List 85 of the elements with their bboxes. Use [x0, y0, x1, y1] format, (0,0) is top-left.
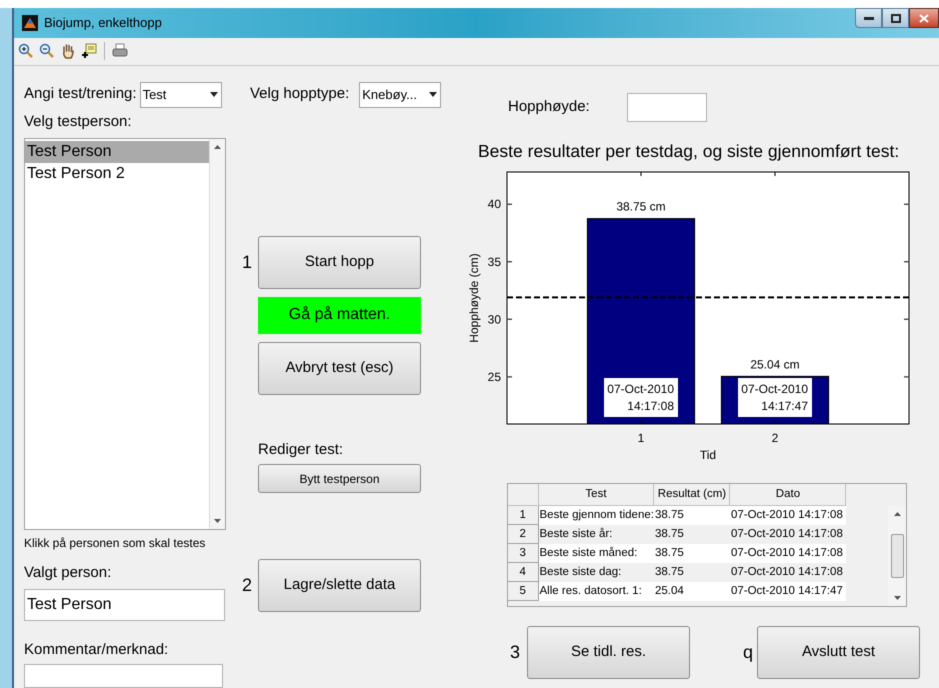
value-label: 38.75 cm: [616, 199, 666, 214]
change-person-button[interactable]: Bytt testperson: [258, 464, 421, 493]
app-logo-icon: [22, 14, 38, 31]
table-cell: 38.75: [654, 524, 730, 544]
table-cell: Beste siste år:: [538, 524, 654, 544]
printer-icon[interactable]: [112, 43, 128, 60]
row-number: 5: [508, 582, 538, 601]
close-icon: [919, 14, 929, 22]
test-type-dropdown[interactable]: Test: [140, 82, 222, 108]
table-cell: 25.04: [654, 582, 730, 601]
status-message: Gå på matten.: [258, 296, 421, 334]
maximize-button[interactable]: [882, 8, 909, 28]
close-button[interactable]: [909, 8, 939, 28]
axis-label: Tid: [700, 448, 716, 462]
section-label: Rediger test:: [258, 440, 344, 460]
table-cell: 07-Oct-2010 14:17:08: [730, 562, 846, 582]
previous-results-button[interactable]: Se tidl. res.: [527, 626, 690, 679]
save-delete-button[interactable]: Lagre/slette data: [258, 559, 421, 612]
shortcut-label: 3: [510, 640, 522, 664]
scroll-down-icon[interactable]: [214, 519, 221, 523]
tick-label: 35: [488, 254, 501, 268]
shortcut-label: q: [743, 640, 754, 664]
person-listbox[interactable]: Test Person Test Person 2: [24, 138, 226, 530]
window-title: Biojump, enkelthopp: [44, 14, 162, 32]
column-header[interactable]: Dato: [730, 484, 846, 506]
data-cursor-icon[interactable]: [81, 43, 97, 60]
scroll-thumb[interactable]: [890, 534, 904, 578]
cancel-test-button[interactable]: Avbryt test (esc): [258, 342, 421, 394]
axis-label: Hopphøyde (cm): [467, 253, 481, 342]
field-label: Angi test/trening:: [24, 84, 137, 104]
table-cell: 07-Oct-2010 14:17:08: [730, 506, 846, 525]
field-label: Valgt person:: [24, 563, 112, 583]
tick-label: 1: [638, 430, 644, 445]
chart-title: Beste resultater per testdag, og siste gjennomført test:: [478, 140, 900, 163]
scrollbar[interactable]: [888, 506, 906, 606]
end-test-button[interactable]: Avslutt test: [757, 626, 920, 679]
tick-label: 30: [488, 312, 501, 326]
row-number: 4: [508, 562, 538, 582]
tick-label: 25: [488, 370, 501, 384]
table-cell: Alle res. datosort. 1:: [538, 582, 654, 601]
start-jump-button[interactable]: Start hopp: [258, 236, 421, 288]
field-label: Hopphøyde:: [508, 96, 591, 117]
tick-label: 2: [772, 430, 778, 445]
row-number: 3: [508, 544, 538, 563]
tick-label: 40: [488, 196, 501, 211]
table-cell: 38.75: [654, 562, 730, 582]
table-cell: Beste siste dag:: [538, 562, 654, 582]
table-cell: Beste gjennom tidene:: [538, 506, 654, 525]
comment-field[interactable]: [24, 664, 223, 688]
shortcut-label: 2: [242, 574, 254, 597]
zoom-out-icon[interactable]: [39, 43, 55, 60]
minimize-icon: [864, 16, 874, 20]
table-cell: 07-Oct-2010 14:17:08: [730, 544, 846, 563]
list-item[interactable]: Test Person 2: [25, 163, 209, 185]
table-cell: 07-Oct-2010 14:17:08: [730, 524, 846, 544]
table-cell: 38.75: [654, 506, 730, 525]
maximize-icon: [890, 14, 900, 22]
value-label: 25.04 cm: [750, 357, 800, 372]
scrollbar[interactable]: [209, 139, 225, 529]
field-label: Velg testperson:: [24, 112, 132, 132]
scroll-up-icon[interactable]: [894, 512, 900, 516]
scroll-down-icon[interactable]: [894, 596, 900, 600]
jump-height-field[interactable]: [627, 92, 707, 122]
scroll-up-icon[interactable]: [214, 145, 221, 149]
field-label: Velg hopptype:: [250, 84, 350, 104]
hint-text: Klikk på personen som skal testes: [24, 535, 206, 552]
shortcut-label: 1: [242, 250, 254, 274]
jump-type-dropdown[interactable]: Knebøy...: [359, 82, 442, 108]
table-cell: 38.75: [654, 544, 730, 563]
list-item[interactable]: Test Person: [25, 141, 209, 163]
table-cell: 07-Oct-2010 14:17:47: [730, 582, 846, 601]
column-header[interactable]: Resultat (cm): [654, 484, 730, 506]
minimize-button[interactable]: [855, 8, 882, 28]
hand-icon[interactable]: [60, 43, 76, 60]
date-label: 07-Oct-2010 14:17:08: [604, 378, 678, 417]
field-label: Kommentar/merknad:: [24, 640, 168, 660]
date-label: 07-Oct-2010 14:17:47: [738, 378, 812, 417]
caret-icon: [210, 92, 218, 97]
zoom-in-icon[interactable]: [18, 43, 34, 60]
table-cell: Beste siste måned:: [538, 544, 654, 563]
selected-person-field[interactable]: Test Person: [24, 588, 225, 620]
column-header[interactable]: Test: [538, 484, 654, 506]
row-number: 1: [508, 506, 538, 525]
row-number: 2: [508, 524, 538, 544]
caret-icon: [429, 92, 438, 97]
